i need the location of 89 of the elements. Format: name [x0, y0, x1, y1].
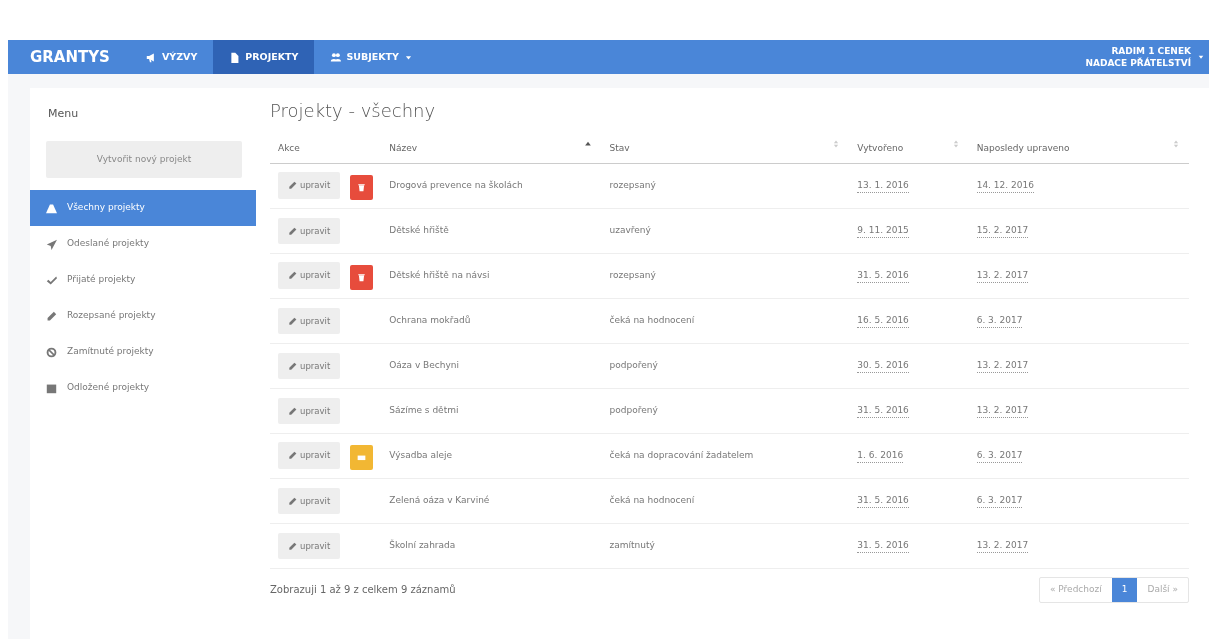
project-state: čeká na dopracování žadatelem	[609, 450, 754, 461]
created-date: 31. 5. 2016	[857, 495, 909, 509]
project-state: podpořený	[609, 360, 658, 371]
created-date: 31. 5. 2016	[857, 270, 909, 284]
brand-logo[interactable]: GRANTYS	[30, 40, 110, 74]
page-title: Projekty - všechny	[270, 100, 437, 122]
modified-date: 6. 3. 2017	[976, 315, 1023, 329]
column-header[interactable]: Akce	[278, 142, 300, 153]
delete-button[interactable]	[350, 265, 374, 291]
pencil-icon	[288, 226, 297, 236]
sidebar-item[interactable]: Odložené projekty	[30, 370, 256, 406]
project-state: čeká na hodnocení	[609, 315, 695, 326]
user-name[interactable]: RADIM 1 CENEK	[1085, 44, 1191, 57]
pencil-icon	[288, 316, 297, 326]
menu-title: Menu	[47, 106, 80, 122]
records-info: Zobrazuji 1 až 9 z celkem 9 záznamů	[270, 583, 456, 598]
sidebar-item[interactable]: Odeslané projekty	[30, 226, 256, 262]
send-icon	[46, 238, 57, 250]
nav-tab[interactable]: PROJEKTY	[213, 40, 315, 74]
sidebar-item[interactable]: Všechny projekty	[30, 190, 256, 226]
modified-date: 6. 3. 2017	[976, 450, 1023, 464]
project-state: rozepsaný	[609, 270, 656, 281]
sidebar-item[interactable]: Přijaté projekty	[30, 262, 256, 298]
sidebar-item[interactable]: Zamítnuté projekty	[30, 334, 256, 370]
created-date: 13. 1. 2016	[857, 180, 909, 194]
modified-date: 13. 2. 2017	[976, 405, 1029, 419]
column-header[interactable]: Název	[389, 142, 418, 153]
edit-button[interactable]: upravit	[278, 172, 341, 199]
project-name: Sázíme s dětmi	[389, 405, 459, 416]
modified-date: 6. 3. 2017	[976, 495, 1023, 509]
column-header[interactable]: Naposledy upraveno	[976, 142, 1070, 153]
column-header[interactable]: Stav	[609, 142, 630, 153]
pencil-icon	[288, 271, 297, 281]
modified-date: 13. 2. 2017	[976, 270, 1029, 284]
project-state: podpořený	[609, 405, 658, 416]
pencil-icon	[288, 496, 297, 506]
organization-name[interactable]: NADACE PŘÁTELSTVÍ	[1085, 57, 1191, 70]
project-name: Dětské hřiště na návsi	[389, 270, 490, 281]
page-link[interactable]: 1	[1111, 578, 1138, 602]
project-name: Oáza v Bechyni	[389, 360, 459, 371]
project-name: Výsadba aleje	[389, 450, 453, 461]
pencil-icon	[288, 361, 297, 371]
created-date: 30. 5. 2016	[857, 360, 909, 374]
project-state: zamítnutý	[609, 540, 655, 551]
edit-button[interactable]: upravit	[278, 217, 341, 245]
edit-button[interactable]: upravit	[278, 532, 341, 560]
megaphone-icon	[145, 51, 157, 63]
project-state: uzavřený	[609, 225, 651, 236]
edit-button[interactable]: upravit	[278, 487, 341, 515]
modified-date: 13. 2. 2017	[976, 360, 1029, 374]
nav-tab[interactable]: SUBJEKTY	[314, 40, 429, 74]
project-state: čeká na hodnocení	[609, 495, 695, 506]
pencil-icon	[46, 310, 57, 322]
pencil-icon	[288, 451, 297, 461]
pencil-icon	[288, 181, 297, 191]
created-date: 1. 6. 2016	[857, 450, 904, 464]
edit-button[interactable]: upravit	[278, 352, 341, 380]
pencil-icon	[288, 541, 297, 551]
project-name: Školní zahrada	[389, 540, 456, 551]
edit-button[interactable]: upravit	[278, 397, 341, 425]
caret-icon	[1197, 53, 1205, 61]
ban-icon	[46, 346, 57, 358]
modified-date: 14. 12. 2016	[976, 180, 1034, 194]
nav-tab[interactable]: VÝZVY	[129, 40, 214, 74]
project-name: Drogová prevence na školách	[389, 180, 523, 191]
modified-date: 15. 2. 2017	[976, 225, 1029, 239]
file-icon	[229, 51, 241, 63]
box-icon	[46, 382, 57, 394]
delete-button[interactable]	[350, 175, 374, 201]
project-name: Dětské hřiště	[389, 225, 449, 236]
trash-icon	[357, 183, 367, 193]
sidebar-item[interactable]: Rozepsané projekty	[30, 298, 256, 334]
check-icon	[46, 274, 57, 286]
edit-button[interactable]: upravit	[278, 442, 341, 469]
project-name: Zelená oáza v Karviné	[389, 495, 490, 506]
users-icon	[330, 51, 342, 63]
edit-button[interactable]: upravit	[278, 262, 341, 289]
modified-date: 13. 2. 2017	[976, 540, 1029, 554]
pencil-icon	[288, 406, 297, 416]
project-state: rozepsaný	[609, 180, 656, 191]
created-date: 9. 11. 2015	[857, 225, 909, 239]
created-date: 31. 5. 2016	[857, 405, 909, 419]
project-name: Ochrana mokřadů	[389, 315, 471, 326]
create-project-button[interactable]: Vytvořit nový projekt	[46, 140, 242, 178]
created-date: 31. 5. 2016	[857, 540, 909, 554]
trash-icon	[357, 273, 367, 283]
column-header[interactable]: Vytvořeno	[857, 142, 904, 153]
edit-button[interactable]: upravit	[278, 307, 341, 335]
created-date: 16. 5. 2016	[857, 315, 909, 329]
